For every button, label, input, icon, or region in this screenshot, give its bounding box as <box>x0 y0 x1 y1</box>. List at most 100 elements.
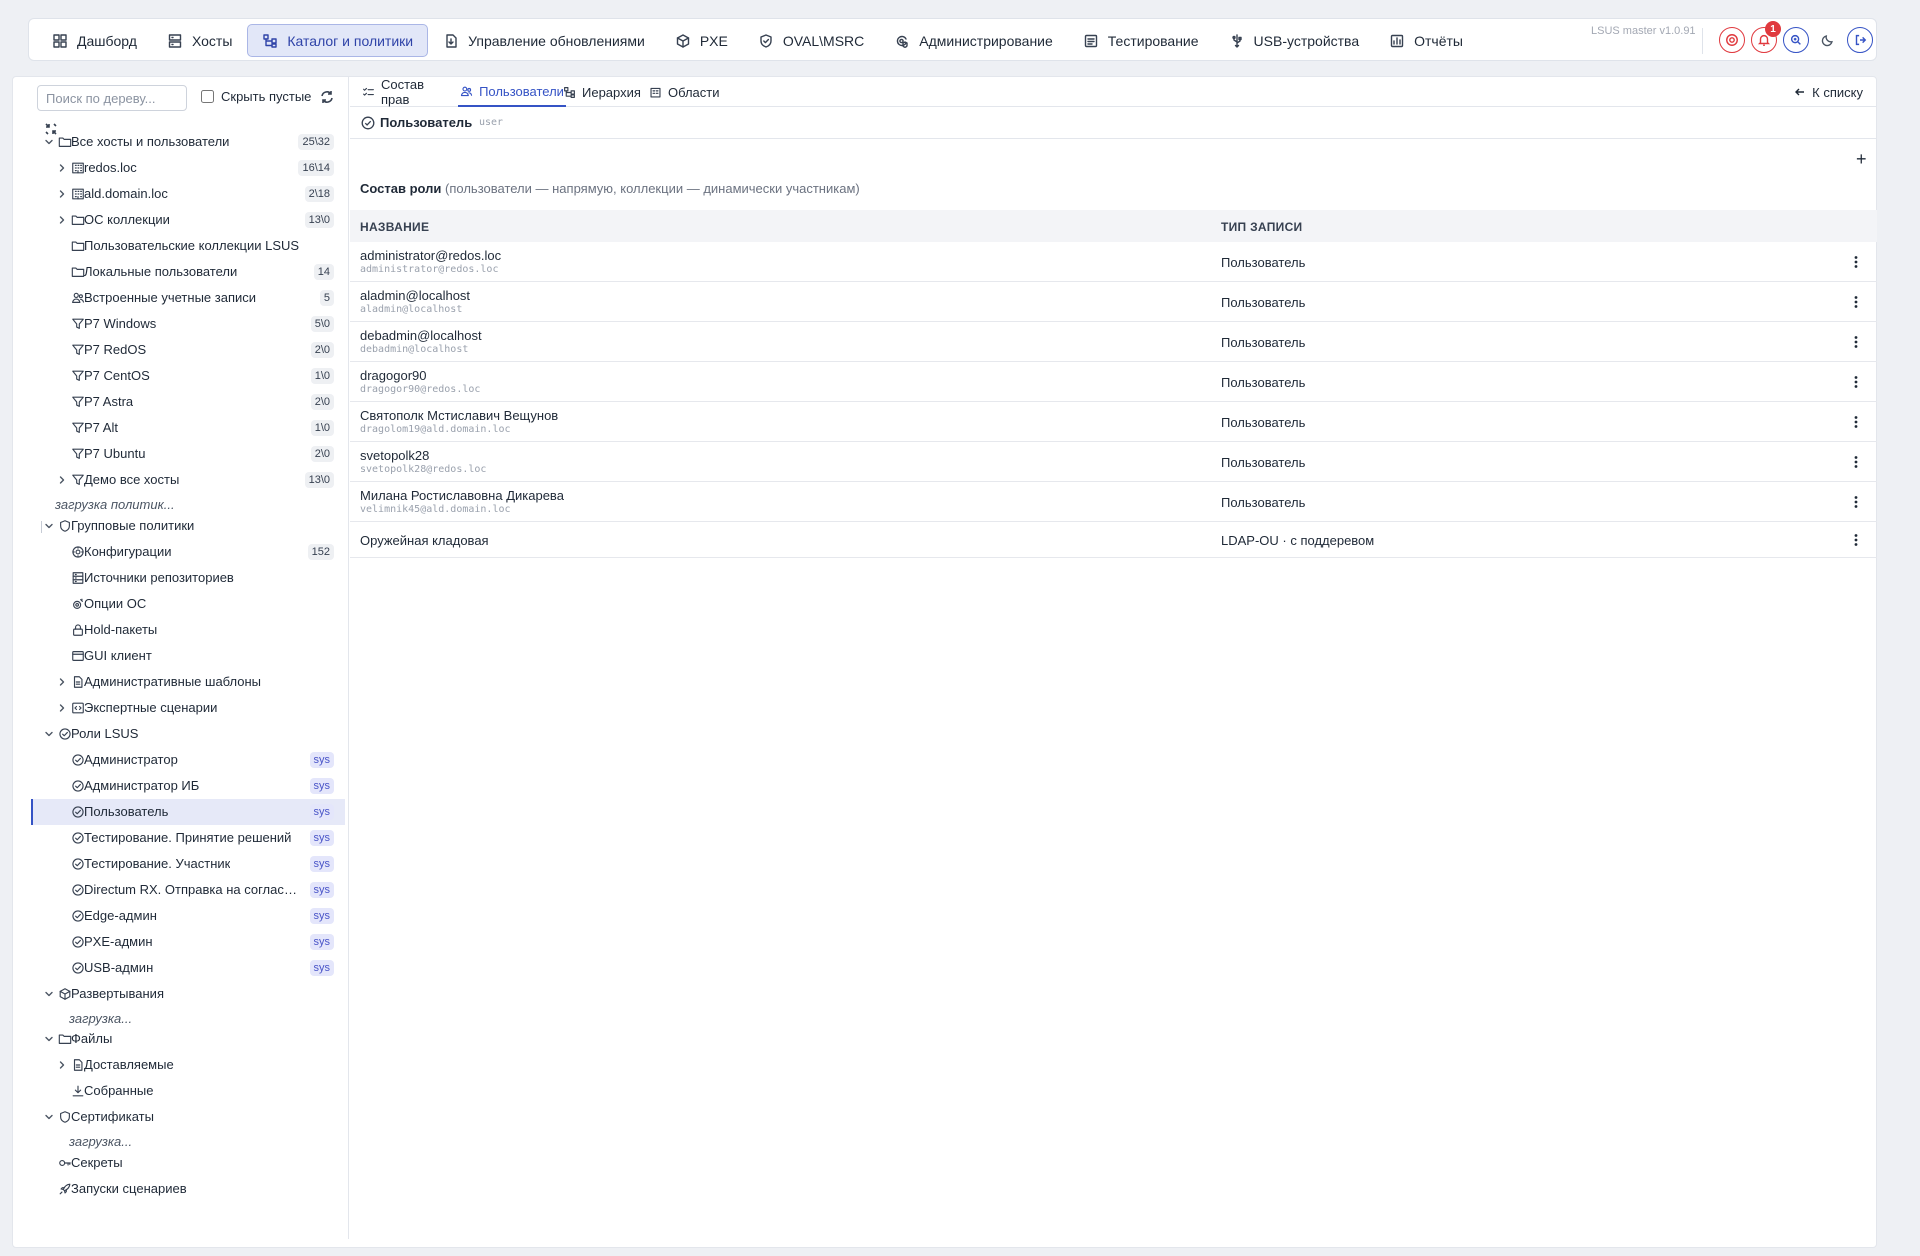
kebab-menu-icon[interactable] <box>1853 255 1859 269</box>
nav-item-0[interactable]: Дашборд <box>37 24 152 57</box>
column-name-header[interactable]: НАЗВАНИЕ <box>360 220 429 234</box>
kebab-menu-icon[interactable] <box>1853 335 1859 349</box>
tree-node[interactable]: P7 Astra 2\0 <box>31 389 345 415</box>
tree-node[interactable]: Пользователь sys <box>31 798 345 825</box>
tree-node[interactable]: Экспертные сценарии <box>31 695 345 721</box>
tab-label: Состав прав <box>381 77 425 107</box>
system-role-badge: sys <box>309 829 334 846</box>
chevron-down-icon[interactable] <box>43 136 55 148</box>
logout-button[interactable] <box>1847 27 1873 53</box>
tree-node[interactable]: Файлы <box>31 1026 345 1052</box>
tree-node[interactable]: Запуски сценариев <box>31 1176 345 1202</box>
chevron-right-icon[interactable] <box>56 474 68 486</box>
kebab-menu-icon[interactable] <box>1853 533 1859 547</box>
kebab-menu-icon[interactable] <box>1853 455 1859 469</box>
add-member-button[interactable]: + <box>1856 149 1872 169</box>
kebab-menu-icon[interactable] <box>1853 495 1859 509</box>
tree-node[interactable]: GUI клиент <box>31 643 345 669</box>
support-button[interactable] <box>1719 27 1745 53</box>
chevron-right-icon[interactable] <box>56 1059 68 1071</box>
tree-node[interactable]: Групповые политики <box>31 513 345 539</box>
tree-node[interactable]: Тестирование. Участник sys <box>31 851 345 877</box>
tree-node[interactable]: P7 Windows 5\0 <box>31 311 345 337</box>
tab-1[interactable]: Пользователи <box>458 77 566 107</box>
table-row[interactable]: svetopolk28 svetopolk28@redos.loc Пользова… <box>350 442 1877 482</box>
tree-node[interactable]: Роли LSUS <box>31 721 345 747</box>
tree-node[interactable]: Административные шаблоны <box>31 669 345 695</box>
tree-node[interactable]: Directum RX. Отправка на согласов... sys <box>31 877 345 903</box>
theme-toggle-button[interactable] <box>1815 27 1841 53</box>
nav-item-3[interactable]: Управление обновлениями <box>428 24 660 57</box>
tree-node[interactable]: Edge-админ sys <box>31 903 345 929</box>
chevron-down-icon[interactable] <box>43 1033 55 1045</box>
tree-node[interactable]: P7 Alt 1\0 <box>31 415 345 441</box>
tree-node[interactable]: Встроенные учетные записи 5 <box>31 285 345 311</box>
chevron-down-icon[interactable] <box>43 728 55 740</box>
table-row[interactable]: Оружейная кладовая LDAP-OU · с поддеревом <box>350 522 1877 558</box>
tree-node[interactable]: Сертификаты <box>31 1104 345 1130</box>
nav-item-8[interactable]: USB-устройства <box>1214 24 1375 57</box>
tree-node[interactable]: Локальные пользователи 14 <box>31 259 345 285</box>
chevron-down-icon[interactable] <box>43 1111 55 1123</box>
tree-node[interactable]: Пользовательские коллекции LSUS <box>31 233 345 259</box>
zoom-button[interactable] <box>1783 27 1809 53</box>
tree-node[interactable]: Все хосты и пользователи 25\32 <box>31 129 345 155</box>
tree-node[interactable]: Демо все хосты 13\0 <box>31 467 345 493</box>
table-row[interactable]: aladmin@localhost aladmin@localhost Пользо… <box>350 282 1877 322</box>
tree-node[interactable]: Конфигурации 152 <box>31 539 345 565</box>
tree-node[interactable]: Собранные <box>31 1078 345 1104</box>
tab-3[interactable]: Области <box>649 77 723 107</box>
tree-node[interactable]: USB-админ sys <box>31 955 345 981</box>
nav-item-7[interactable]: Тестирование <box>1068 24 1214 57</box>
kebab-menu-icon[interactable] <box>1853 295 1859 309</box>
refresh-icon[interactable] <box>319 89 335 105</box>
chevron-down-icon[interactable] <box>43 520 55 532</box>
nav-item-2[interactable]: Каталог и политики <box>247 24 429 57</box>
tree-node[interactable]: P7 CentOS 1\0 <box>31 363 345 389</box>
tree-node[interactable]: Доставляемые <box>31 1052 345 1078</box>
table-row[interactable]: dragogor90 dragogor90@redos.loc Пользовате… <box>350 362 1877 402</box>
tree-node[interactable]: P7 Ubuntu 2\0 <box>31 441 345 467</box>
nav-item-9[interactable]: Отчёты <box>1374 24 1478 57</box>
chevron-right-icon[interactable] <box>56 214 68 226</box>
nav-item-6[interactable]: Администрирование <box>879 24 1068 57</box>
chevron-right-icon[interactable] <box>56 702 68 714</box>
notifications-button[interactable]: 1 <box>1751 21 1781 53</box>
tree-node[interactable]: ald.domain.loc 2\18 <box>31 181 345 207</box>
kebab-menu-icon[interactable] <box>1853 415 1859 429</box>
tree-node[interactable]: ОС коллекции 13\0 <box>31 207 345 233</box>
tree-search-input[interactable] <box>37 85 187 111</box>
tree-node[interactable]: Администратор ИБ sys <box>31 773 345 799</box>
table-row[interactable]: debadmin@localhost debadmin@localhost Поль… <box>350 322 1877 362</box>
tab-0[interactable]: Состав прав <box>362 77 450 107</box>
tree-node[interactable]: Тестирование. Принятие решений sys <box>31 825 345 851</box>
table-row[interactable]: Святополк Мстиславич Вещунов dragolom19@a… <box>350 402 1877 442</box>
table-row[interactable]: administrator@redos.loc administrator@red… <box>350 242 1877 282</box>
tree-node[interactable]: Администратор sys <box>31 747 345 773</box>
tree-node[interactable]: redos.loc 16\14 <box>31 155 345 181</box>
chevron-right-icon[interactable] <box>56 676 68 688</box>
kebab-menu-icon[interactable] <box>1853 375 1859 389</box>
tree-node[interactable]: Развертывания <box>31 981 345 1007</box>
tree-node[interactable]: Секреты <box>31 1150 345 1176</box>
nav-item-label: Администрирование <box>919 32 1053 49</box>
tree-node[interactable]: PXE-админ sys <box>31 929 345 955</box>
hide-empty-toggle[interactable]: Скрыть пустые <box>201 89 311 104</box>
column-type-header[interactable]: ТИП ЗАПИСИ <box>1221 220 1302 234</box>
tree-node[interactable]: Источники репозиториев <box>31 565 345 591</box>
chevron-right-icon[interactable] <box>56 162 68 174</box>
tree-node-label: Тестирование. Принятие решений <box>84 829 292 845</box>
tree-node[interactable]: Опции ОС <box>31 591 345 617</box>
nav-item-1[interactable]: Хосты <box>152 24 247 57</box>
tree-node[interactable]: P7 RedOS 2\0 <box>31 337 345 363</box>
back-to-list-button[interactable]: К списку <box>1794 77 1863 107</box>
chevron-down-icon[interactable] <box>43 988 55 1000</box>
hide-empty-checkbox[interactable] <box>201 90 214 103</box>
tree-node[interactable]: Hold-пакеты <box>31 617 345 643</box>
table-row[interactable]: Милана Ростиславовна Дикарева velimnik45@… <box>350 482 1877 522</box>
chevron-right-icon[interactable] <box>56 188 68 200</box>
tab-2[interactable]: Иерархия <box>563 77 645 107</box>
nav-item-5[interactable]: OVAL\MSRC <box>743 24 879 57</box>
count-badge: 5 <box>319 290 334 306</box>
nav-item-4[interactable]: PXE <box>660 24 743 57</box>
